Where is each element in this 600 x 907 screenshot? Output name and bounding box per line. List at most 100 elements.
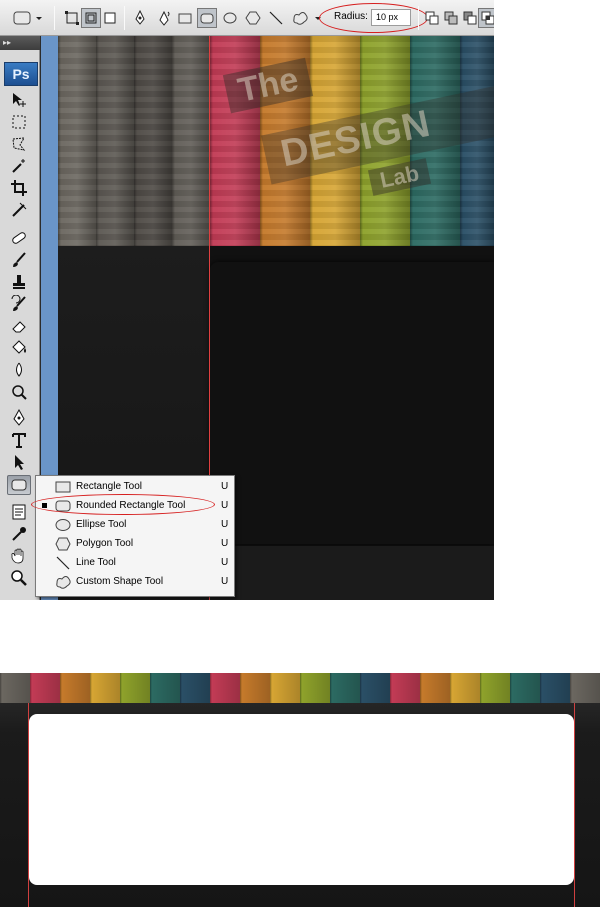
- freeform-pen-icon: [159, 10, 170, 26]
- history-brush-tool[interactable]: [7, 294, 31, 314]
- move-tool[interactable]: [7, 90, 31, 110]
- magic-wand-icon: [12, 159, 25, 173]
- eyedropper-tool[interactable]: [7, 200, 31, 220]
- line-icon: [55, 555, 71, 570]
- photoshop-screenshot: Radius: 10 px ▸▸ Ps The DESIGN Lab Recta…: [0, 0, 494, 600]
- wood-plank: [120, 673, 150, 703]
- wood-plank: [360, 673, 390, 703]
- tool-preset-picker[interactable]: [10, 8, 44, 28]
- line-button[interactable]: [266, 8, 286, 28]
- add-shape-icon: [444, 11, 458, 25]
- fill-pixels-icon: [104, 12, 116, 24]
- blur-tool[interactable]: [7, 360, 31, 380]
- rounded-rectangle-icon: [13, 11, 42, 25]
- eyedropper-tool[interactable]: [7, 524, 31, 544]
- hand-tool[interactable]: [7, 546, 31, 566]
- shape-layers-button[interactable]: [62, 8, 82, 28]
- white-rounded-rectangle: [29, 714, 574, 885]
- freeform-pen-button[interactable]: [154, 8, 174, 28]
- zoom-tool[interactable]: [7, 568, 31, 588]
- path-selection-tool[interactable]: [7, 452, 31, 472]
- menu-item-shortcut: U: [221, 500, 229, 511]
- menu-highlight-ellipse: [31, 494, 215, 515]
- tools-panel-header[interactable]: ▸▸: [0, 36, 40, 50]
- crop-tool[interactable]: [7, 178, 31, 198]
- pen-tool[interactable]: [7, 408, 31, 428]
- custom-shape-icon: [293, 12, 321, 25]
- ellipse-button[interactable]: [220, 8, 240, 28]
- create-new-shape-button[interactable]: [422, 8, 442, 28]
- pen-tool-button[interactable]: [130, 8, 150, 28]
- notes-tool[interactable]: [7, 502, 31, 522]
- wood-plank: [480, 673, 510, 703]
- rounded-rectangle-button[interactable]: [197, 8, 217, 28]
- lasso-tool[interactable]: [7, 134, 31, 154]
- wood-plank: [420, 673, 450, 703]
- wood-plank: [96, 36, 134, 246]
- wood-plank: [58, 36, 96, 246]
- rectangular-marquee-icon: [12, 115, 26, 129]
- menu-item-shortcut: U: [221, 576, 229, 587]
- rounded-rectangle-icon: [200, 13, 214, 24]
- wood-plank: [210, 673, 240, 703]
- menu-item-custom-shape-tool[interactable]: Custom Shape Tool U: [36, 572, 234, 591]
- custom-shape-button[interactable]: [289, 8, 323, 28]
- polygon-icon: [245, 11, 261, 25]
- paths-icon: [85, 12, 97, 24]
- brush-tool[interactable]: [7, 250, 31, 270]
- shape-layers-icon: [65, 11, 79, 25]
- wood-plank: [134, 36, 172, 246]
- wood-plank: [60, 673, 90, 703]
- wood-plank: [390, 673, 420, 703]
- intersect-shape-button[interactable]: [478, 8, 494, 28]
- eraser-icon: [12, 321, 26, 333]
- healing-brush-tool[interactable]: [7, 228, 31, 248]
- menu-item-line-tool[interactable]: Line Tool U: [36, 553, 234, 572]
- menu-item-label: Polygon Tool: [76, 538, 134, 549]
- dodge-tool[interactable]: [7, 382, 31, 402]
- paint-bucket-icon: [12, 340, 26, 354]
- wood-plank: [570, 673, 600, 703]
- wood-plank: [330, 673, 360, 703]
- result-preview: [0, 673, 600, 907]
- wood-plank: [300, 673, 330, 703]
- menu-item-label: Custom Shape Tool: [76, 576, 164, 587]
- wood-plank: [180, 673, 210, 703]
- wood-plank: [510, 673, 540, 703]
- polygon-button[interactable]: [243, 8, 263, 28]
- intersect-shape-icon: [481, 11, 494, 25]
- menu-item-shortcut: U: [221, 519, 229, 530]
- brush-icon: [13, 252, 26, 267]
- type-icon: [12, 433, 26, 448]
- eraser-tool[interactable]: [7, 316, 31, 336]
- menu-item-ellipse-tool[interactable]: Ellipse Tool U: [36, 515, 234, 534]
- menu-item-label: Rectangle Tool: [76, 481, 142, 492]
- wood-plank: [210, 36, 260, 246]
- blur-icon: [16, 362, 22, 377]
- subtract-shape-button[interactable]: [460, 8, 480, 28]
- options-bar: Radius: 10 px: [0, 0, 494, 36]
- pen-icon: [135, 10, 145, 25]
- rounded-rectangle-icon: [11, 479, 27, 491]
- menu-item-polygon-tool[interactable]: Polygon Tool U: [36, 534, 234, 553]
- shape-tool[interactable]: [7, 475, 31, 495]
- add-to-shape-button[interactable]: [441, 8, 461, 28]
- magic-wand-tool[interactable]: [7, 156, 31, 176]
- paths-button[interactable]: [81, 8, 101, 28]
- new-shape-icon: [425, 11, 439, 25]
- marquee-tool[interactable]: [7, 112, 31, 132]
- paint-bucket-tool[interactable]: [7, 338, 31, 358]
- lasso-icon: [12, 137, 26, 151]
- dodge-icon: [12, 385, 27, 400]
- guide-line-right: [574, 703, 575, 907]
- photoshop-logo[interactable]: Ps: [4, 62, 38, 86]
- rectangle-button[interactable]: [175, 8, 195, 28]
- menu-item-shortcut: U: [221, 557, 229, 568]
- clone-stamp-tool[interactable]: [7, 272, 31, 292]
- fill-pixels-button[interactable]: [100, 8, 120, 28]
- zoom-icon: [11, 570, 27, 586]
- menu-item-shortcut: U: [221, 481, 229, 492]
- type-tool[interactable]: [7, 430, 31, 450]
- history-brush-icon: [11, 295, 26, 311]
- move-icon: [13, 93, 26, 107]
